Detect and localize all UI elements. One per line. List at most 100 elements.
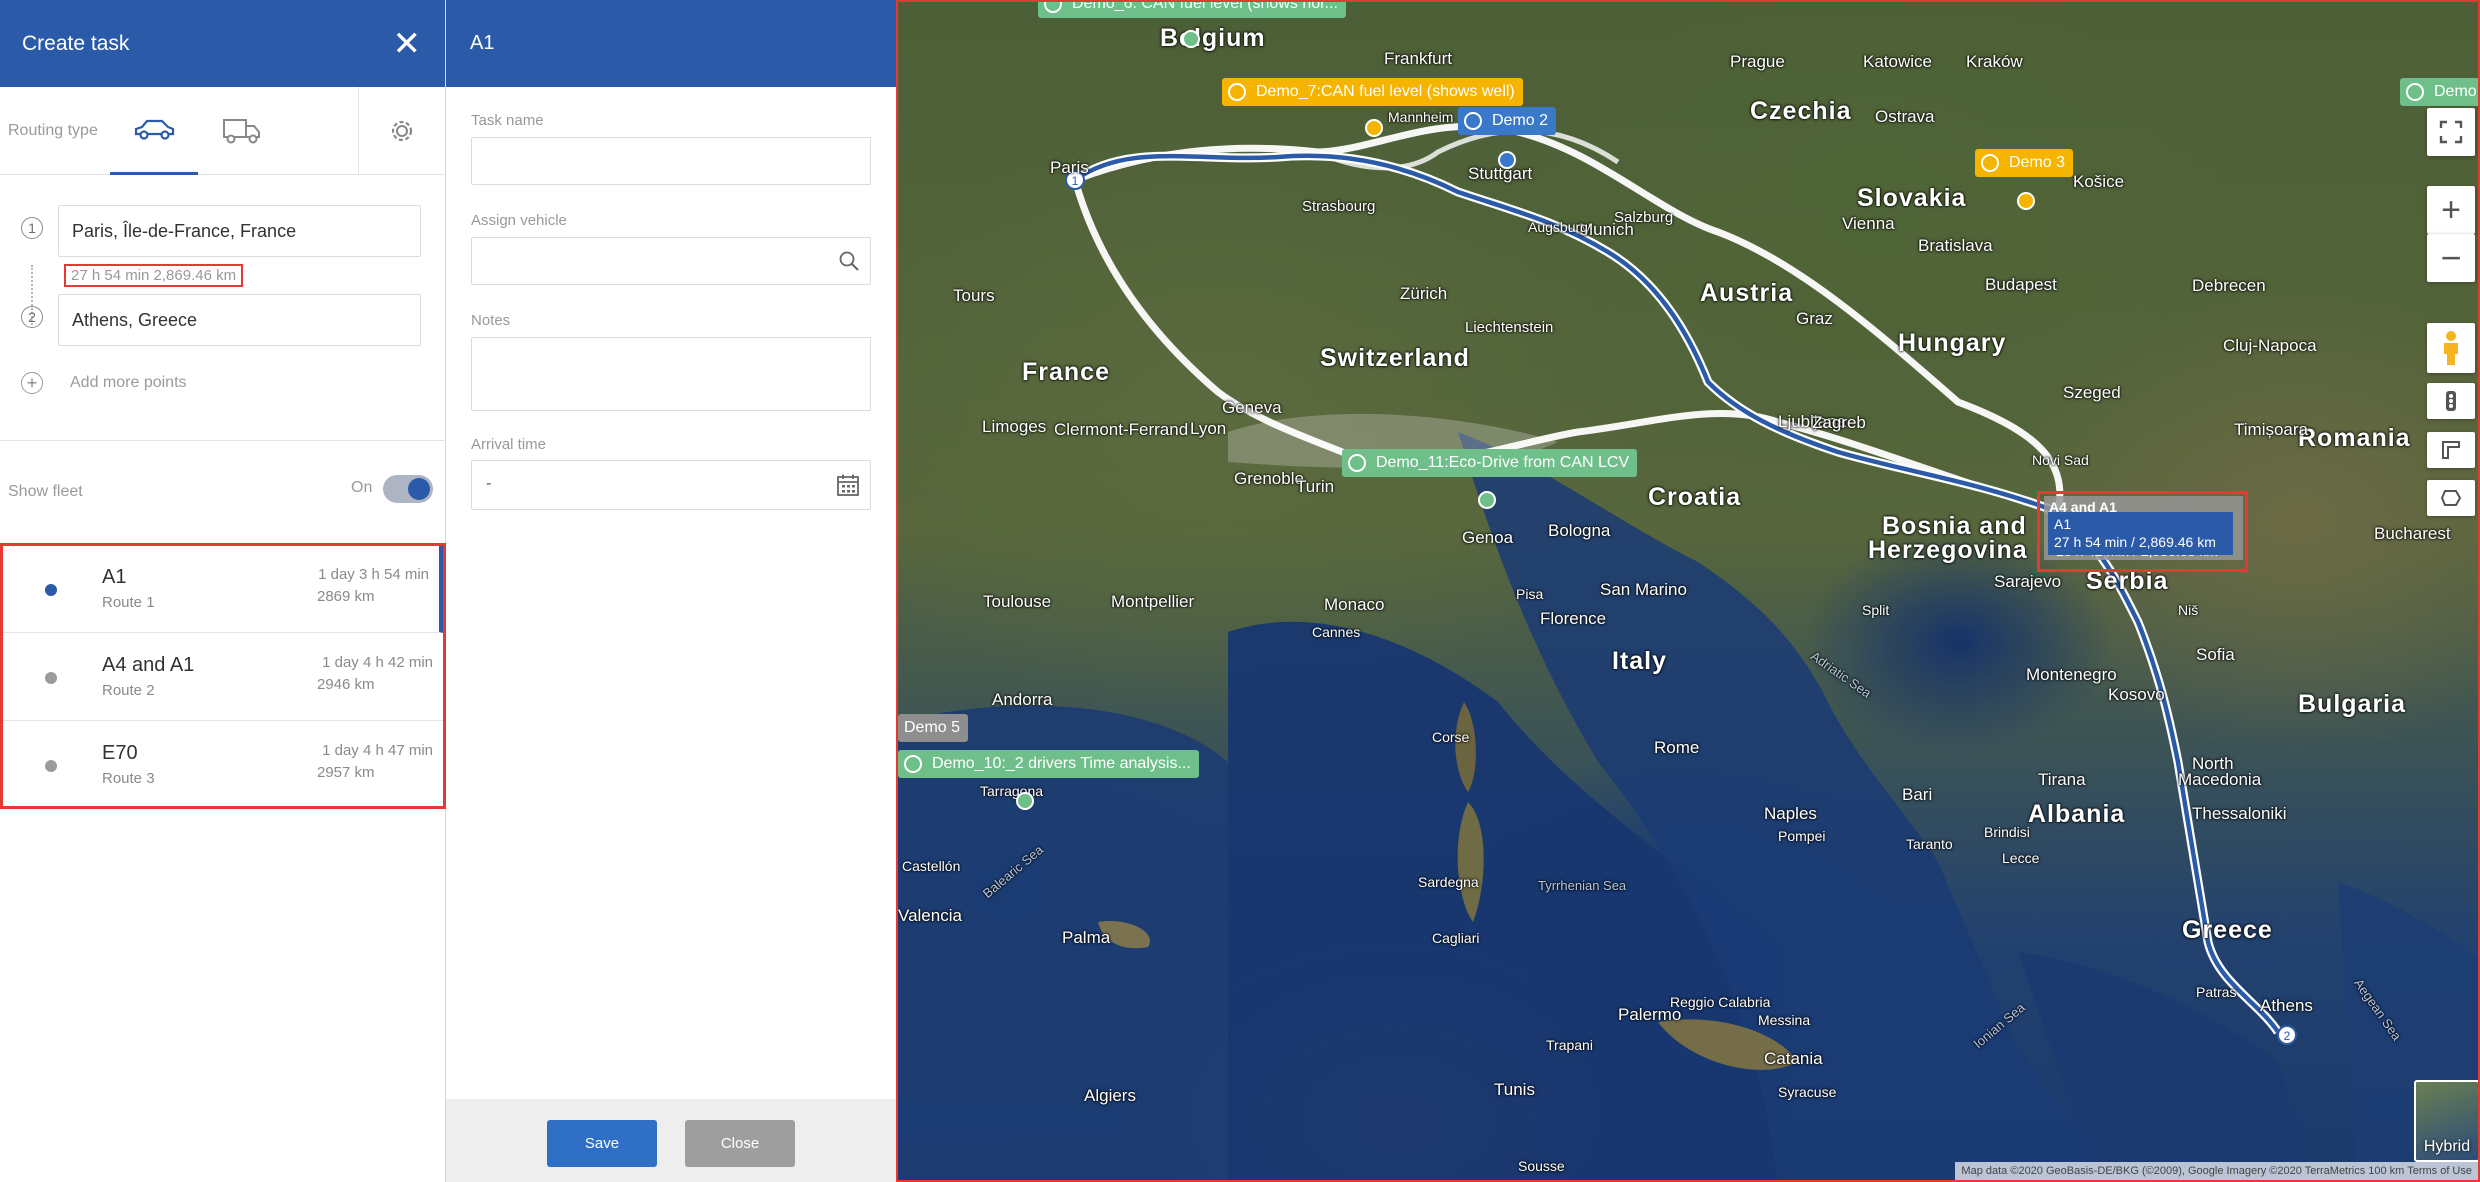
vehicle-label-demo-11[interactable]: Demo_11:Eco-Drive from CAN LCV bbox=[1342, 449, 1638, 477]
vehicle-label-demo-5[interactable]: Demo 5 bbox=[898, 714, 969, 742]
map-label-city: Taranto bbox=[1906, 836, 1953, 852]
map-label-city: Sofia bbox=[2196, 645, 2235, 664]
show-fleet-toggle[interactable] bbox=[383, 475, 433, 503]
vehicle-marker[interactable] bbox=[2017, 192, 2035, 210]
map-label-city: Turin bbox=[1296, 477, 1335, 496]
route-label: Route 1 bbox=[102, 594, 155, 611]
map-label-city: Messina bbox=[1758, 1012, 1811, 1028]
map-label-city: Zürich bbox=[1400, 284, 1448, 303]
car-routing-tab[interactable] bbox=[110, 87, 198, 175]
map-label-city: Catania bbox=[1764, 1049, 1823, 1068]
vehicle-icon bbox=[1228, 83, 1246, 101]
fullscreen-icon bbox=[2439, 120, 2463, 144]
map-label-city: San Marino bbox=[1600, 580, 1687, 599]
area-tool-button[interactable] bbox=[2427, 480, 2475, 516]
map-label-city: Mannheim bbox=[1388, 109, 1454, 125]
search-icon[interactable] bbox=[838, 250, 860, 272]
street-view-button[interactable] bbox=[2427, 323, 2475, 373]
map-label-city: Pisa bbox=[1516, 586, 1544, 602]
close-button[interactable]: Close bbox=[685, 1120, 795, 1167]
vehicle-label-demo-2[interactable]: Demo 2 bbox=[1458, 107, 1557, 135]
routing-settings-button[interactable] bbox=[358, 87, 445, 175]
map-label-city: Macedonia bbox=[2178, 770, 2262, 789]
vehicle-name: Demo 3 bbox=[2009, 154, 2066, 171]
route-option-2[interactable]: A4 and A1 Route 2 1 day 4 h 42 min 2946 … bbox=[3, 634, 443, 721]
add-more-points-button[interactable]: + Add more points bbox=[21, 372, 187, 394]
truck-icon bbox=[1464, 112, 1482, 130]
zoom-out-button[interactable]: − bbox=[2427, 234, 2475, 282]
map-label-city: Ostrava bbox=[1875, 107, 1935, 126]
vehicle-marker[interactable] bbox=[1498, 151, 1516, 169]
map-view[interactable]: 1 2 Belgium Czechia Slovakia Austria Hun… bbox=[896, 0, 2480, 1182]
panel-title: Create task bbox=[22, 31, 130, 55]
vehicle-marker[interactable] bbox=[1182, 30, 1200, 48]
zoom-in-button[interactable]: + bbox=[2427, 186, 2475, 234]
traffic-layer-button[interactable] bbox=[2427, 383, 2475, 419]
fullscreen-button[interactable] bbox=[2427, 108, 2475, 156]
origin-input[interactable]: Paris, Île-de-France, France bbox=[58, 205, 421, 257]
route-comparison-tooltip[interactable]: A4 and A1 28 h 42 min / 2,936.68 km A1 2… bbox=[2037, 491, 2248, 572]
task-route-title: A1 bbox=[470, 32, 495, 54]
close-icon[interactable]: ✕ bbox=[393, 27, 422, 61]
map-label-city: Cannes bbox=[1312, 624, 1361, 640]
add-more-points-label: Add more points bbox=[70, 374, 187, 391]
route-label: Route 3 bbox=[102, 770, 155, 787]
map-label-city: Graz bbox=[1796, 309, 1833, 328]
task-name-input[interactable] bbox=[471, 137, 871, 185]
measure-tool-button[interactable] bbox=[2427, 432, 2475, 468]
vehicle-marker[interactable] bbox=[1016, 792, 1034, 810]
vehicle-marker[interactable] bbox=[1478, 491, 1496, 509]
map-label-city: Grenoble bbox=[1234, 469, 1304, 488]
map-label-city: Castellón bbox=[902, 858, 961, 874]
notes-textarea[interactable] bbox=[471, 337, 871, 411]
map-label-city: Cagliari bbox=[1432, 930, 1480, 946]
vehicle-label-demo[interactable]: Demo bbox=[2400, 78, 2478, 106]
map-label-country: France bbox=[1022, 358, 1110, 386]
gear-icon bbox=[391, 120, 413, 142]
vehicle-label-demo-10[interactable]: Demo_10:_2 drivers Time analysis... bbox=[898, 750, 1199, 778]
task-details-header: A1 bbox=[446, 0, 896, 87]
show-fleet-label: Show fleet bbox=[8, 483, 83, 500]
save-button[interactable]: Save bbox=[547, 1120, 657, 1167]
map-label-city: Stuttgart bbox=[1468, 164, 1533, 183]
map-label-city: Geneva bbox=[1222, 398, 1282, 417]
map-label-city: Tirana bbox=[2038, 770, 2086, 789]
map-label-city: Paris bbox=[1050, 158, 1089, 177]
vehicle-label-demo-7[interactable]: Demo_7:CAN fuel level (shows well) bbox=[1222, 78, 1523, 106]
map-label-city: Montenegro bbox=[2026, 665, 2117, 684]
arrival-time-value: - bbox=[486, 475, 492, 492]
map-label-city: Lecce bbox=[2002, 850, 2040, 866]
map-label-city: Trapani bbox=[1546, 1037, 1593, 1053]
map-label-city: Sarajevo bbox=[1994, 572, 2062, 591]
map-label-country: Greece bbox=[2182, 916, 2273, 944]
vehicle-marker[interactable] bbox=[1365, 119, 1383, 137]
map-type-switcher[interactable]: Hybrid bbox=[2414, 1080, 2478, 1162]
vehicle-label-demo-3[interactable]: Demo 3 bbox=[1975, 149, 2074, 177]
arrival-time-input[interactable]: - bbox=[471, 460, 871, 510]
map-label-city: Sardegna bbox=[1418, 874, 1479, 890]
map-label-city: Athens bbox=[2260, 996, 2313, 1015]
map-label-country: Albania bbox=[2028, 800, 2126, 828]
assign-vehicle-input[interactable] bbox=[471, 237, 871, 285]
map-label-city: Katowice bbox=[1863, 52, 1932, 71]
vehicle-icon bbox=[904, 755, 922, 773]
map-label-city: Tours bbox=[953, 286, 995, 305]
map-label-city: Andorra bbox=[992, 690, 1053, 709]
svg-text:2: 2 bbox=[2284, 1029, 2291, 1043]
truck-routing-tab[interactable] bbox=[198, 87, 286, 175]
map-label-city: Szeged bbox=[2063, 383, 2121, 402]
map-label-city: Prague bbox=[1730, 52, 1785, 71]
route-option-3[interactable]: E70 Route 3 1 day 4 h 47 min 2957 km bbox=[3, 722, 443, 809]
vehicle-label-demo-6[interactable]: Demo_6: CAN fuel level (shows hor... bbox=[1038, 2, 1346, 18]
map-label-city: Zagreb bbox=[1812, 413, 1866, 432]
destination-input[interactable]: Athens, Greece bbox=[58, 294, 421, 346]
map-label-city: Timișoara bbox=[2234, 420, 2308, 439]
map-label-city: Augsburg bbox=[1528, 219, 1588, 235]
map-label-city: Strasbourg bbox=[1302, 198, 1376, 215]
map-label-city: Patras bbox=[2196, 984, 2237, 1000]
calendar-icon[interactable] bbox=[836, 473, 860, 497]
route-option-1[interactable]: A1 Route 1 1 day 3 h 54 min 2869 km bbox=[3, 546, 443, 633]
map-type-label: Hybrid bbox=[2423, 1138, 2471, 1155]
map-label-city: Bologna bbox=[1548, 521, 1611, 540]
map-label-city: Bratislava bbox=[1918, 236, 1993, 255]
